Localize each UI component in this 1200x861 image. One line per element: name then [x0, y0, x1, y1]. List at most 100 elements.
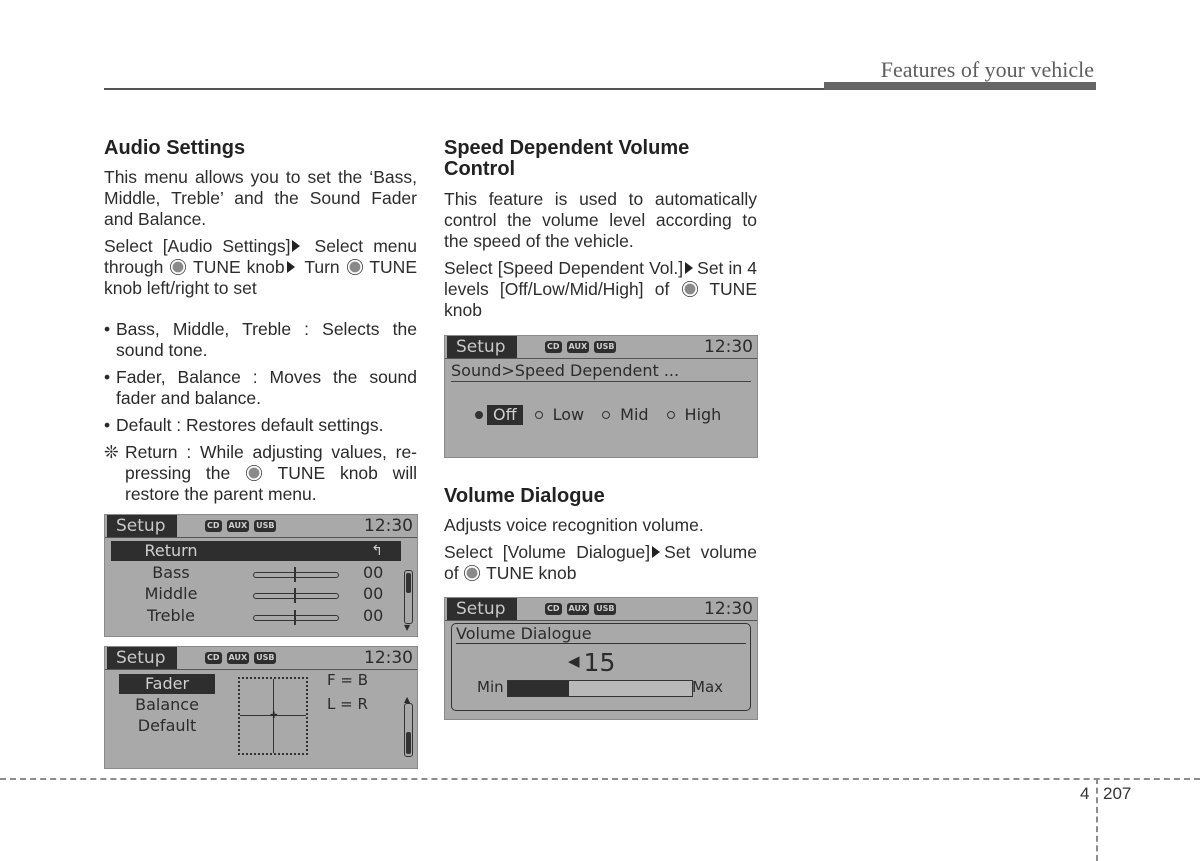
- menu-item-balance[interactable]: Balance: [119, 695, 215, 715]
- usb-badge: USB: [594, 603, 617, 615]
- scrollbar[interactable]: [404, 703, 413, 757]
- arrow-right-icon: [292, 240, 301, 252]
- aux-badge: AUX: [566, 603, 590, 615]
- usb-badge: USB: [594, 341, 617, 353]
- tune-knob-icon: [246, 465, 263, 481]
- aux-badge: AUX: [226, 520, 250, 532]
- tune-knob-icon: [681, 281, 698, 297]
- left-column: Audio Settings This menu allows you to s…: [104, 138, 417, 511]
- clock: 12:30: [704, 337, 753, 357]
- cd-badge: CD: [545, 603, 562, 615]
- section-heading-volume-dialogue: Volume Dialogue: [444, 485, 605, 507]
- tone-row-bass[interactable]: Bass 00: [111, 563, 401, 583]
- option-low[interactable]: Low: [534, 405, 591, 425]
- tone-row-treble[interactable]: Treble 00: [111, 606, 401, 626]
- speed-dependent-instruction: Select [Speed Dependent Vol.] Set in 4 le…: [444, 258, 757, 320]
- volume-panel: Volume Dialogue ◀ 15 Min Max: [451, 623, 751, 711]
- radio-icon: [534, 411, 543, 419]
- header-rule-accent: [824, 82, 1096, 90]
- option-off[interactable]: Off: [475, 405, 523, 425]
- volume-dialogue-intro: Adjusts voice recognition volume.: [444, 515, 704, 535]
- scrollbar-thumb[interactable]: [406, 732, 411, 754]
- menu-item-default[interactable]: Default: [119, 716, 215, 736]
- radio-icon: [666, 411, 675, 419]
- cd-badge: CD: [205, 520, 222, 532]
- tune-knob-icon: [346, 259, 363, 275]
- tune-knob-icon: [170, 259, 187, 275]
- scrollbar[interactable]: [404, 570, 413, 624]
- volume-dialogue-screen: Setup CD AUX USB 12:30 Volume Dialogue ◀…: [444, 597, 758, 720]
- bass-slider[interactable]: [253, 567, 339, 582]
- breadcrumb: Sound>Speed Dependent ...: [451, 360, 751, 382]
- usb-badge: USB: [254, 520, 277, 532]
- speed-dependent-screen: Setup CD AUX USB 12:30 Sound>Speed Depen…: [444, 335, 758, 458]
- slider-thumb[interactable]: [294, 610, 296, 625]
- page-number: 207: [1103, 784, 1132, 803]
- volume-readout: ◀ 15: [568, 646, 615, 678]
- return-note: ❊ Return : While adjusting values, re-pr…: [104, 442, 417, 504]
- middle-value: 00: [363, 584, 384, 603]
- speed-level-options: Off Low Mid High: [475, 405, 739, 425]
- slider-thumb[interactable]: [294, 588, 296, 603]
- clock: 12:30: [364, 516, 413, 536]
- header-rule: [104, 88, 824, 90]
- middle-slider[interactable]: [253, 588, 339, 603]
- cd-badge: CD: [545, 341, 562, 353]
- speed-dependent-intro: This feature is used to automatically co…: [444, 189, 757, 251]
- option-high[interactable]: High: [666, 405, 728, 425]
- note-mark-icon: ❊: [104, 442, 119, 462]
- radio-icon: [475, 411, 483, 419]
- return-icon: ↰: [371, 543, 383, 559]
- arrow-right-icon: [286, 261, 295, 273]
- tone-row-middle[interactable]: Middle 00: [111, 584, 401, 604]
- fader-balance-grid[interactable]: ✚: [238, 677, 308, 755]
- volume-dialogue-instruction: Select [Volume Dialogue] Set volume of TU…: [444, 542, 757, 583]
- arrow-right-icon: [685, 262, 694, 274]
- treble-value: 00: [363, 606, 384, 625]
- slider-thumb[interactable]: [294, 567, 296, 582]
- bullet-item: Bass, Middle, Treble : Selects the sound…: [104, 319, 417, 361]
- cd-badge: CD: [205, 652, 222, 664]
- bass-value: 00: [363, 563, 384, 582]
- usb-badge: USB: [254, 652, 277, 664]
- clock: 12:30: [704, 599, 753, 619]
- speaker-icon: ◀: [568, 652, 580, 670]
- tune-knob-icon: [464, 565, 481, 581]
- position-marker-icon: ✚: [270, 711, 278, 721]
- screen-status-bar: Setup CD AUX USB 12:30: [445, 336, 757, 359]
- aux-badge: AUX: [566, 341, 590, 353]
- treble-slider[interactable]: [253, 610, 339, 625]
- scrollbar-thumb[interactable]: [406, 573, 411, 593]
- audio-settings-intro: This menu allows you to set the ‘Bass, M…: [104, 167, 417, 229]
- radio-icon: [602, 411, 611, 419]
- menu-item-fader[interactable]: Fader: [119, 674, 215, 694]
- fader-readout: F = B: [327, 671, 369, 689]
- option-mid[interactable]: Mid: [602, 405, 654, 425]
- setup-label: Setup: [107, 515, 177, 537]
- return-item[interactable]: Return ↰: [111, 541, 401, 561]
- footer-divider: [0, 778, 1200, 780]
- chapter-number: 4: [1080, 784, 1090, 803]
- arrow-right-icon: [652, 546, 661, 558]
- max-label: Max: [692, 678, 724, 696]
- screen-status-bar: Setup CD AUX USB 12:30: [105, 515, 417, 538]
- aux-badge: AUX: [226, 652, 250, 664]
- setup-label: Setup: [107, 647, 177, 669]
- tone-settings-screen: Setup CD AUX USB 12:30 Return ↰ Bass 00 …: [104, 514, 418, 637]
- fader-balance-screen: Setup CD AUX USB 12:30 Fader Balance Def…: [104, 646, 418, 769]
- bullet-item: Fader, Balance : Moves the sound fader a…: [104, 367, 417, 409]
- section-heading-speed-dependent: Speed Dependent Volume Control: [444, 137, 690, 180]
- volume-bar[interactable]: [507, 680, 693, 697]
- running-header: Features of your vehicle: [880, 57, 1094, 82]
- clock: 12:30: [364, 648, 413, 668]
- right-column-lower: Volume Dialogue Adjusts voice recognitio…: [444, 486, 757, 590]
- volume-bar-fill: [508, 681, 569, 696]
- volume-value: 15: [583, 648, 616, 677]
- footer-divider-vertical: [1096, 778, 1098, 861]
- right-column: Speed Dependent Volume Control This feat…: [444, 138, 757, 327]
- scroll-down-icon: ▼: [404, 623, 411, 632]
- section-heading-audio-settings: Audio Settings: [104, 137, 246, 159]
- setup-label: Setup: [447, 598, 517, 620]
- screen-status-bar: Setup CD AUX USB 12:30: [445, 598, 757, 621]
- min-label: Min: [477, 678, 504, 696]
